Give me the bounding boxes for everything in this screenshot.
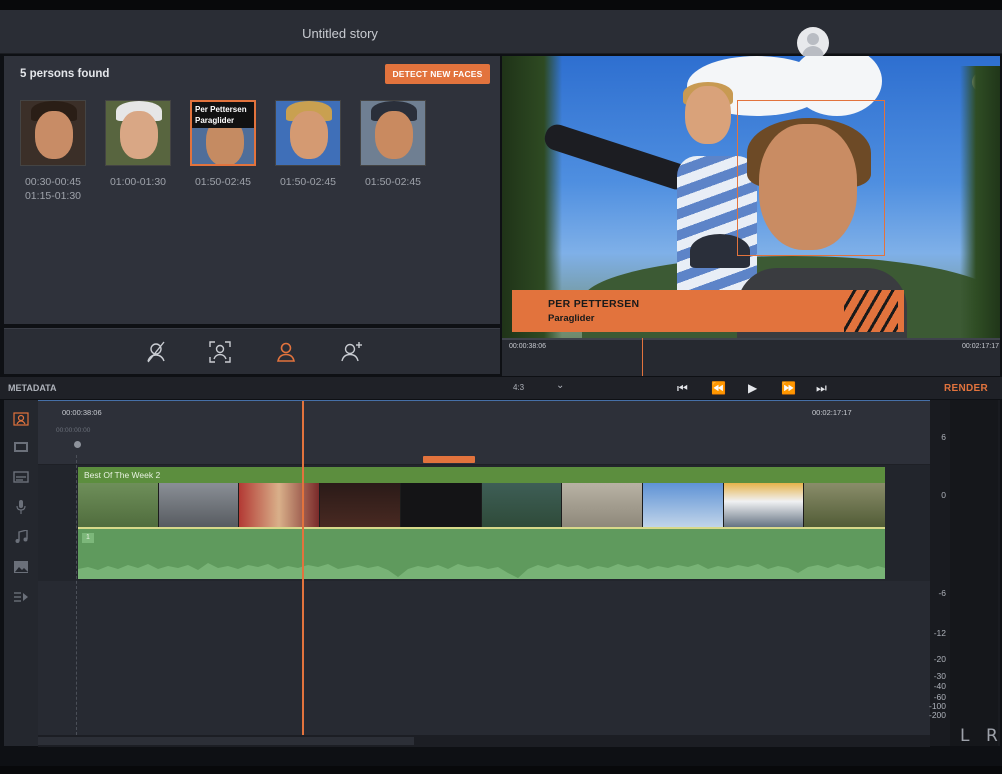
timeline[interactable]: 00:00:38:06 00:02:17:17 00:00:00:00 Best…	[38, 400, 930, 747]
meter-scale-label: 6	[941, 432, 946, 442]
person-icon[interactable]	[274, 340, 298, 364]
image-icon[interactable]	[13, 560, 29, 574]
chevron-down-icon[interactable]: ⌄	[556, 380, 564, 391]
meter-scale-label: -200	[928, 710, 946, 720]
aspect-ratio-select[interactable]: 4:3	[513, 383, 524, 392]
face-thumbnail[interactable]: 01:50-02:45	[360, 100, 426, 189]
clip-title: Best Of The Week 2	[84, 470, 161, 480]
lower-third-role: Paraglider	[548, 313, 595, 324]
text-video-icon[interactable]	[13, 590, 29, 604]
microphone-icon[interactable]	[13, 500, 29, 514]
face-detect-icon[interactable]	[13, 412, 29, 426]
face-time-range: 01:50-02:45	[364, 176, 422, 188]
fast-forward-icon[interactable]: ⏩	[781, 381, 796, 395]
meter-scale-label: 0	[941, 490, 946, 500]
tooltip-name: Per Pettersen	[195, 105, 247, 114]
faces-panel: 5 persons found DETECT NEW FACES 00:30-0…	[4, 56, 500, 324]
no-face-icon[interactable]	[144, 340, 168, 364]
timeline-start-timecode: 00:00:00:00	[56, 427, 91, 434]
clip-frames	[78, 483, 886, 529]
face-time-range: 01:50-02:45	[279, 176, 337, 188]
music-icon[interactable]	[13, 529, 29, 544]
audio-level-meter: 6 0 -6 -12 -20 -30 -40 -60 -100 -200 L R	[929, 400, 1000, 746]
caption-icon[interactable]	[13, 470, 29, 484]
preview-scrubber[interactable]: 00:00:38:06 00:02:17:17	[502, 338, 1000, 376]
meter-right-channel: R	[986, 726, 998, 746]
audio-track-tag: 1	[82, 533, 94, 543]
rewind-icon[interactable]: ⏪	[711, 381, 726, 395]
face-scan-icon[interactable]	[208, 340, 232, 364]
meter-scale-label: -12	[933, 628, 946, 638]
timeline-start-guide	[76, 455, 77, 735]
meter-scale-label: -30	[933, 671, 946, 681]
story-title[interactable]: Untitled story	[0, 26, 680, 41]
faces-toolbar	[4, 328, 500, 374]
preview-current-timecode: 00:00:38:06	[509, 343, 546, 350]
timeline-scrollbar[interactable]	[38, 735, 930, 747]
timeline-start-knob[interactable]	[74, 441, 81, 448]
face-thumbnail-selected[interactable]: Per Pettersen Paraglider 01:50-02:45	[190, 100, 256, 189]
timeline-end-timecode: 00:02:17:17	[812, 408, 852, 417]
video-preview[interactable]: PER PETTERSEN Paraglider	[502, 56, 1000, 338]
detect-new-faces-button[interactable]: DETECT NEW FACES	[385, 64, 490, 84]
face-time-range: 00:30-00:45	[24, 176, 82, 188]
meter-scale-label: -6	[938, 588, 946, 598]
lower-third-stripes	[844, 290, 898, 332]
user-avatar[interactable]	[797, 27, 829, 59]
face-thumbnail[interactable]: 00:30-00:45 01:15-01:30	[20, 100, 86, 203]
lower-third-name: PER PETTERSEN	[548, 298, 640, 310]
timeline-marker[interactable]	[423, 456, 475, 463]
transport-bar: METADATA 4:3 ⌄ ⏮ ⏪ ▶ ⏩ ⏭ RENDER	[0, 377, 1002, 399]
face-time-range: 01:00-01:30	[109, 176, 167, 188]
timeline-scrollbar-thumb[interactable]	[38, 737, 414, 745]
meter-scale-label: -40	[933, 681, 946, 691]
render-button[interactable]: RENDER	[944, 383, 988, 394]
face-time-range: 01:15-01:30	[24, 190, 82, 202]
title-bar: Untitled story	[0, 10, 1002, 59]
face-thumbnail[interactable]: 01:50-02:45	[275, 100, 341, 189]
preview-playhead[interactable]	[642, 338, 643, 376]
audio-waveform	[78, 563, 885, 579]
timeline-tools	[4, 400, 38, 746]
play-icon[interactable]: ▶	[748, 381, 757, 395]
face-thumbnail[interactable]: 01:00-01:30	[105, 100, 171, 189]
face-time-range: 01:50-02:45	[194, 176, 252, 188]
film-icon[interactable]	[13, 440, 29, 454]
audio-track[interactable]: 1	[78, 529, 885, 579]
video-clip[interactable]: Best Of The Week 2 1	[78, 467, 886, 579]
lower-third-title[interactable]: PER PETTERSEN Paraglider	[512, 290, 904, 332]
clip-header[interactable]: Best Of The Week 2	[78, 467, 885, 483]
face-detection-box	[737, 100, 885, 256]
skip-start-icon[interactable]: ⏮	[677, 381, 688, 395]
preview-end-timecode: 00:02:17:17	[962, 343, 999, 350]
meter-left-channel: L	[960, 726, 970, 746]
metadata-label[interactable]: METADATA	[8, 383, 57, 393]
tooltip-role: Paraglider	[195, 116, 235, 125]
meter-scale-label: -20	[933, 654, 946, 664]
add-person-icon[interactable]	[340, 340, 364, 364]
timeline-playhead[interactable]	[302, 401, 304, 747]
timeline-ruler[interactable]: 00:00:38:06 00:02:17:17 00:00:00:00	[38, 401, 930, 465]
face-tooltip: Per Pettersen Paraglider	[192, 102, 254, 128]
skip-end-icon[interactable]: ⏭	[816, 381, 827, 395]
persons-found-label: 5 persons found	[20, 68, 110, 80]
timeline-current-timecode: 00:00:38:06	[62, 408, 102, 417]
